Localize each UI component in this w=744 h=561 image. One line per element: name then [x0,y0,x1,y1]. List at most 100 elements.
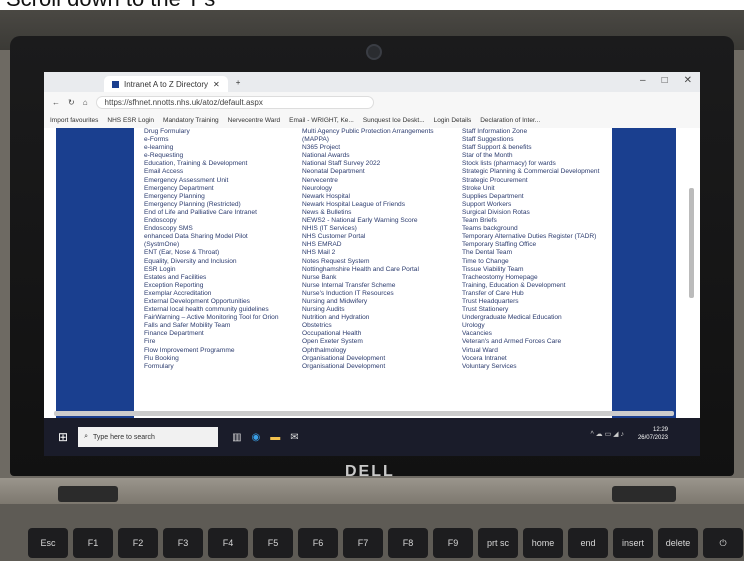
atoz-link[interactable]: End of Life and Palliative Care Intranet [144,209,279,217]
atoz-link[interactable]: Organisational Development [302,355,434,363]
atoz-link[interactable]: Newark Hospital League of Friends [302,201,434,209]
atoz-link[interactable]: Emergency Assessment Unit [144,177,279,185]
atoz-link[interactable]: N365 Project [302,144,434,152]
horizontal-scrollbar[interactable] [54,411,674,416]
maximize-icon[interactable]: □ [662,75,668,86]
atoz-link[interactable]: External local health community guidelin… [144,306,279,314]
atoz-link[interactable]: Teams background [462,225,599,233]
atoz-link[interactable]: Training, Education & Development [462,282,599,290]
fav-item[interactable]: NHS ESR Login [107,117,154,124]
fav-item[interactable]: Nervecentre Ward [228,117,281,124]
atoz-link[interactable]: Ophthalmology [302,347,434,355]
atoz-link[interactable]: (SystmOne) [144,241,279,249]
atoz-link[interactable]: Falls and Safer Mobility Team [144,322,279,330]
atoz-link[interactable]: Neonatal Department [302,168,434,176]
atoz-link[interactable]: Flow Improvement Programme [144,347,279,355]
atoz-link[interactable]: Trust Stationery [462,306,599,314]
atoz-link[interactable]: Exception Reporting [144,282,279,290]
atoz-link[interactable]: Nurse's Induction IT Resources [302,290,434,298]
system-tray-icons[interactable]: ^ ☁ ▭ ◢ ♪ [590,430,624,438]
fav-item[interactable]: Email - WRIGHT, Ke... [289,117,354,124]
atoz-link[interactable]: NHS Customer Portal [302,233,434,241]
taskbar-clock[interactable]: 12:29 26/07/2023 [638,426,668,442]
atoz-link[interactable]: News & Bulletins [302,209,434,217]
close-icon[interactable]: ✕ [213,80,220,89]
fav-item[interactable]: Import favourites [50,117,98,124]
atoz-link[interactable]: Emergency Planning (Restricted) [144,201,279,209]
atoz-link[interactable]: Voluntary Services [462,363,599,371]
atoz-link[interactable]: Nervecentre [302,177,434,185]
atoz-link[interactable]: Tissue Viability Team [462,266,599,274]
minimize-icon[interactable]: – [640,75,646,86]
refresh-icon[interactable]: ↻ [68,98,75,107]
atoz-link[interactable]: Emergency Department [144,185,279,193]
atoz-link[interactable]: Equality, Diversity and Inclusion [144,258,279,266]
atoz-link[interactable]: Nurse Internal Transfer Scheme [302,282,434,290]
home-icon[interactable]: ⌂ [83,98,88,107]
atoz-link[interactable]: Education, Training & Development [144,160,279,168]
new-tab-icon[interactable]: + [236,78,241,87]
atoz-link[interactable]: Neurology [302,185,434,193]
fav-item[interactable]: Declaration of Inter... [480,117,540,124]
atoz-link[interactable]: Supplies Department [462,193,599,201]
atoz-link[interactable]: Occupational Health [302,330,434,338]
atoz-link[interactable]: Temporary Alternative Duties Register (T… [462,233,599,241]
atoz-link[interactable]: Staff Information Zone [462,128,599,136]
browser-tab[interactable]: Intranet A to Z Directory ✕ [104,76,228,92]
vertical-scrollbar[interactable] [689,188,694,298]
atoz-link[interactable]: Support Workers [462,201,599,209]
atoz-link[interactable]: External Development Opportunities [144,298,279,306]
atoz-link[interactable]: (MAPPA) [302,136,434,144]
atoz-link[interactable]: Nursing and Midwifery [302,298,434,306]
atoz-link[interactable]: NHS EMRAD [302,241,434,249]
edge-icon[interactable]: ◉ [252,432,261,443]
atoz-link[interactable]: Stroke Unit [462,185,599,193]
windows-start-icon[interactable]: ⊞ [58,430,68,444]
fav-item[interactable]: Sunquest Ice Deskt... [363,117,425,124]
atoz-link[interactable]: Trust Headquarters [462,298,599,306]
atoz-link[interactable]: Fire [144,338,279,346]
atoz-link[interactable]: Stock lists (pharmacy) for wards [462,160,599,168]
atoz-link[interactable]: NEWS2 - National Early Warning Score [302,217,434,225]
atoz-link[interactable]: NHS Mail 2 [302,249,434,257]
atoz-link[interactable]: Emergency Planning [144,193,279,201]
atoz-link[interactable]: Email Access [144,168,279,176]
atoz-link[interactable]: ESR Login [144,266,279,274]
atoz-link[interactable]: Newark Hospital [302,193,434,201]
atoz-link[interactable]: e-learning [144,144,279,152]
atoz-link[interactable]: Team Briefs [462,217,599,225]
fav-item[interactable]: Mandatory Training [163,117,219,124]
atoz-link[interactable]: Endoscopy [144,217,279,225]
atoz-link[interactable]: enhanced Data Sharing Model Pilot [144,233,279,241]
atoz-link[interactable]: Formulary [144,363,279,371]
atoz-link[interactable]: Nutrition and Hydration [302,314,434,322]
atoz-link[interactable]: NHIS (IT Services) [302,225,434,233]
atoz-link[interactable]: e-Requesting [144,152,279,160]
url-field[interactable]: https://sfhnet.nnotts.nhs.uk/atoz/defaul… [95,95,374,109]
taskbar-search[interactable]: ⌕ Type here to search [78,427,219,447]
atoz-link[interactable]: Transfer of Care Hub [462,290,599,298]
atoz-link[interactable]: Surgical Division Rotas [462,209,599,217]
atoz-link[interactable]: National Staff Survey 2022 [302,160,434,168]
atoz-link[interactable]: Notes Request System [302,258,434,266]
atoz-link[interactable]: Estates and Facilities [144,274,279,282]
atoz-link[interactable]: Flu Booking [144,355,279,363]
fav-item[interactable]: Login Details [434,117,472,124]
atoz-link[interactable]: Obstetrics [302,322,434,330]
atoz-link[interactable]: Organisational Development [302,363,434,371]
atoz-link[interactable]: Exemplar Accreditation [144,290,279,298]
atoz-link[interactable]: National Awards [302,152,434,160]
back-icon[interactable]: ← [52,98,60,107]
atoz-link[interactable]: Star of the Month [462,152,599,160]
atoz-link[interactable]: Multi Agency Public Protection Arrangeme… [302,128,434,136]
atoz-link[interactable]: The Dental Team [462,249,599,257]
atoz-link[interactable]: Nottinghamshire Health and Care Portal [302,266,434,274]
atoz-link[interactable]: Staff Support & benefits [462,144,599,152]
close-window-icon[interactable]: ✕ [684,75,692,86]
task-view-icon[interactable]: ▥ [232,432,241,443]
atoz-link[interactable]: Time to Change [462,258,599,266]
atoz-link[interactable]: Nurse Bank [302,274,434,282]
atoz-link[interactable]: Finance Department [144,330,279,338]
file-explorer-icon[interactable]: ▬ [270,432,280,443]
atoz-link[interactable]: e-Forms [144,136,279,144]
